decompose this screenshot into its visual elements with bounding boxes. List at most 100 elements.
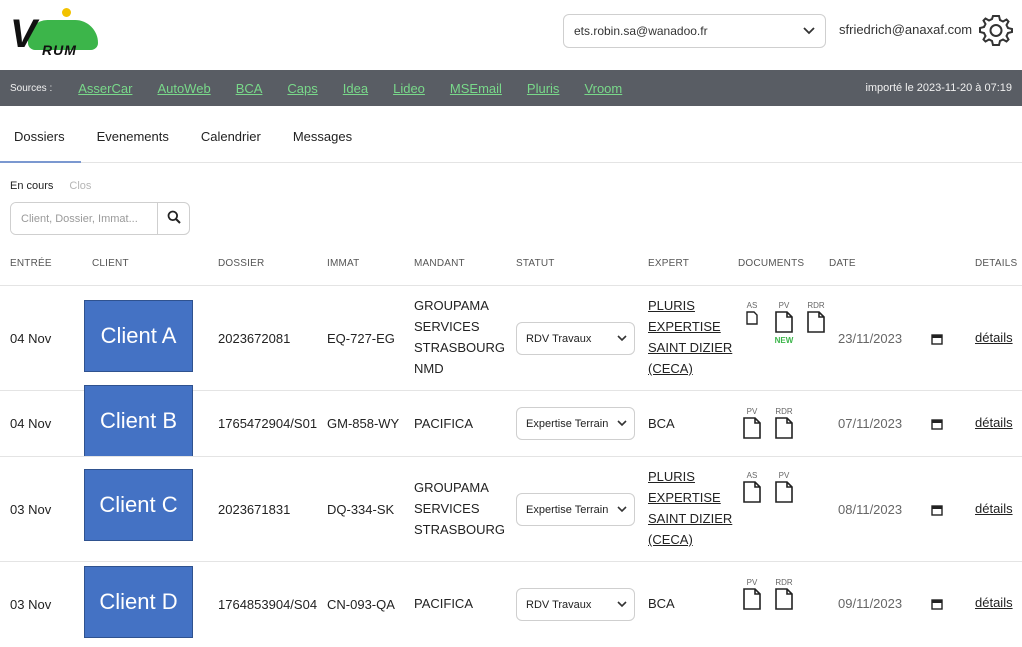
- statut-select[interactable]: Expertise Terrain: [516, 407, 635, 440]
- source-link-caps[interactable]: Caps: [287, 81, 317, 96]
- search-input[interactable]: [11, 203, 157, 234]
- mandant-line: STRASBOURG: [414, 522, 506, 537]
- sources-bar: Sources : AsserCar AutoWeb BCA Caps Idea…: [0, 70, 1022, 106]
- client-cell: Client C: [84, 469, 193, 541]
- table-row: 03 Nov Client D 1764853904/S04 CN-093-QA…: [0, 561, 1022, 647]
- row-dossier: 2023672081: [218, 330, 291, 346]
- search-icon: [167, 210, 181, 227]
- col-header-client: CLIENT: [92, 258, 129, 269]
- expert-line: PLURIS: [648, 298, 695, 313]
- document-label: AS: [746, 471, 758, 480]
- logo-letter: V: [10, 12, 37, 56]
- calendar-icon[interactable]: [931, 504, 943, 516]
- gear-icon[interactable]: [979, 13, 1013, 47]
- subtab-clos[interactable]: Clos: [69, 180, 91, 192]
- search-button[interactable]: [157, 203, 189, 234]
- mandant-line: PACIFICA: [414, 596, 473, 611]
- row-documents: AS PV: [736, 471, 800, 506]
- source-link-assercar[interactable]: AsserCar: [78, 81, 132, 96]
- expert-line: SAINT DIZIER: [648, 340, 733, 355]
- source-link-vroom[interactable]: Vroom: [584, 81, 622, 96]
- details-link[interactable]: détails: [975, 595, 1013, 610]
- chevron-down-icon: [803, 24, 815, 38]
- document-small-icon: [746, 311, 758, 328]
- document-as[interactable]: AS: [736, 301, 768, 346]
- document-icon: [775, 311, 793, 336]
- tab-dossiers[interactable]: Dossiers: [0, 115, 81, 163]
- document-icon: [743, 588, 761, 613]
- source-link-lideo[interactable]: Lideo: [393, 81, 425, 96]
- vrum-logo[interactable]: V RUM: [10, 6, 102, 62]
- statut-select[interactable]: RDV Travaux: [516, 588, 635, 621]
- user-email: sfriedrich@anaxaf.com: [839, 22, 973, 37]
- row-expert-link[interactable]: PLURIS EXPERTISE SAINT DIZIER (CECA): [648, 466, 732, 550]
- table-row: 04 Nov Client A 2023672081 EQ-727-EG GRO…: [0, 285, 1022, 390]
- document-rdr[interactable]: RDR: [768, 407, 800, 442]
- calendar-icon[interactable]: [931, 418, 943, 430]
- subtab-en-cours[interactable]: En cours: [10, 180, 53, 192]
- row-expert-link[interactable]: PLURIS EXPERTISE SAINT DIZIER (CECA): [648, 295, 732, 379]
- row-mandant: PACIFICA: [414, 413, 473, 434]
- col-header-details: DETAILS: [975, 258, 1018, 269]
- row-date: 07/11/2023: [838, 416, 903, 431]
- document-label: PV: [778, 471, 790, 480]
- chevron-down-icon: [617, 333, 627, 345]
- source-link-idea[interactable]: Idea: [343, 81, 368, 96]
- row-immat: CN-093-QA: [327, 596, 395, 612]
- row-date: 08/11/2023: [838, 502, 903, 517]
- col-header-mandant: MANDANT: [414, 258, 465, 269]
- table-row: 03 Nov Client C 2023671831 DQ-334-SK GRO…: [0, 456, 1022, 561]
- source-link-autoweb[interactable]: AutoWeb: [157, 81, 210, 96]
- tab-messages[interactable]: Messages: [277, 115, 368, 163]
- row-immat: EQ-727-EG: [327, 330, 395, 346]
- statut-select[interactable]: Expertise Terrain: [516, 493, 635, 526]
- sources-links: AsserCar AutoWeb BCA Caps Idea Lideo MSE…: [78, 81, 647, 96]
- row-documents: PV RDR: [736, 578, 800, 613]
- row-dossier: 2023671831: [218, 501, 291, 517]
- expert-line: (CECA): [648, 532, 693, 547]
- document-rdr[interactable]: RDR: [768, 578, 800, 613]
- expert-line: EXPERTISE: [648, 319, 721, 334]
- tab-calendrier[interactable]: Calendrier: [185, 115, 277, 163]
- source-link-msemail[interactable]: MSEmail: [450, 81, 502, 96]
- details-link[interactable]: détails: [975, 415, 1013, 430]
- row-expert: BCA: [648, 413, 675, 434]
- document-pv[interactable]: PV: [768, 471, 800, 506]
- col-header-expert: EXPERT: [648, 258, 690, 269]
- col-header-statut: STATUT: [516, 258, 555, 269]
- col-header-immat: IMMAT: [327, 258, 360, 269]
- document-icon: [775, 588, 793, 613]
- row-entree: 03 Nov: [10, 501, 52, 517]
- row-entree: 04 Nov: [10, 330, 52, 346]
- logo-text: RUM: [42, 42, 77, 58]
- document-icon: [775, 417, 793, 442]
- row-entree: 04 Nov: [10, 416, 52, 431]
- document-icon: [775, 481, 793, 506]
- row-documents: AS PV NEW RDR: [736, 301, 832, 346]
- calendar-icon[interactable]: [931, 598, 943, 610]
- statut-select[interactable]: RDV Travaux: [516, 322, 635, 355]
- account-select[interactable]: ets.robin.sa@wanadoo.fr: [563, 14, 826, 48]
- details-link[interactable]: détails: [975, 501, 1013, 516]
- table-row: 04 Nov Client B 1765472904/S01 GM-858-WY…: [0, 385, 1022, 457]
- document-icon: [743, 417, 761, 442]
- document-as[interactable]: AS: [736, 471, 768, 506]
- row-immat: DQ-334-SK: [327, 501, 395, 517]
- document-pv[interactable]: PV: [736, 578, 768, 613]
- statut-value: Expertise Terrain: [526, 503, 609, 516]
- document-rdr[interactable]: RDR: [800, 301, 832, 346]
- sources-label: Sources :: [10, 82, 53, 94]
- calendar-icon[interactable]: [931, 333, 943, 345]
- source-link-pluris[interactable]: Pluris: [527, 81, 560, 96]
- row-mandant: PACIFICA: [414, 593, 473, 614]
- client-cell: Client D: [84, 566, 193, 638]
- expert-line: EXPERTISE: [648, 490, 721, 505]
- tab-evenements[interactable]: Evenements: [81, 115, 185, 163]
- document-pv[interactable]: PV NEW: [768, 301, 800, 346]
- document-label: RDR: [775, 407, 793, 416]
- expert-line: PLURIS: [648, 469, 695, 484]
- source-link-bca[interactable]: BCA: [236, 81, 263, 96]
- document-pv[interactable]: PV: [736, 407, 768, 442]
- details-link[interactable]: détails: [975, 330, 1013, 345]
- mandant-line: PACIFICA: [414, 416, 473, 431]
